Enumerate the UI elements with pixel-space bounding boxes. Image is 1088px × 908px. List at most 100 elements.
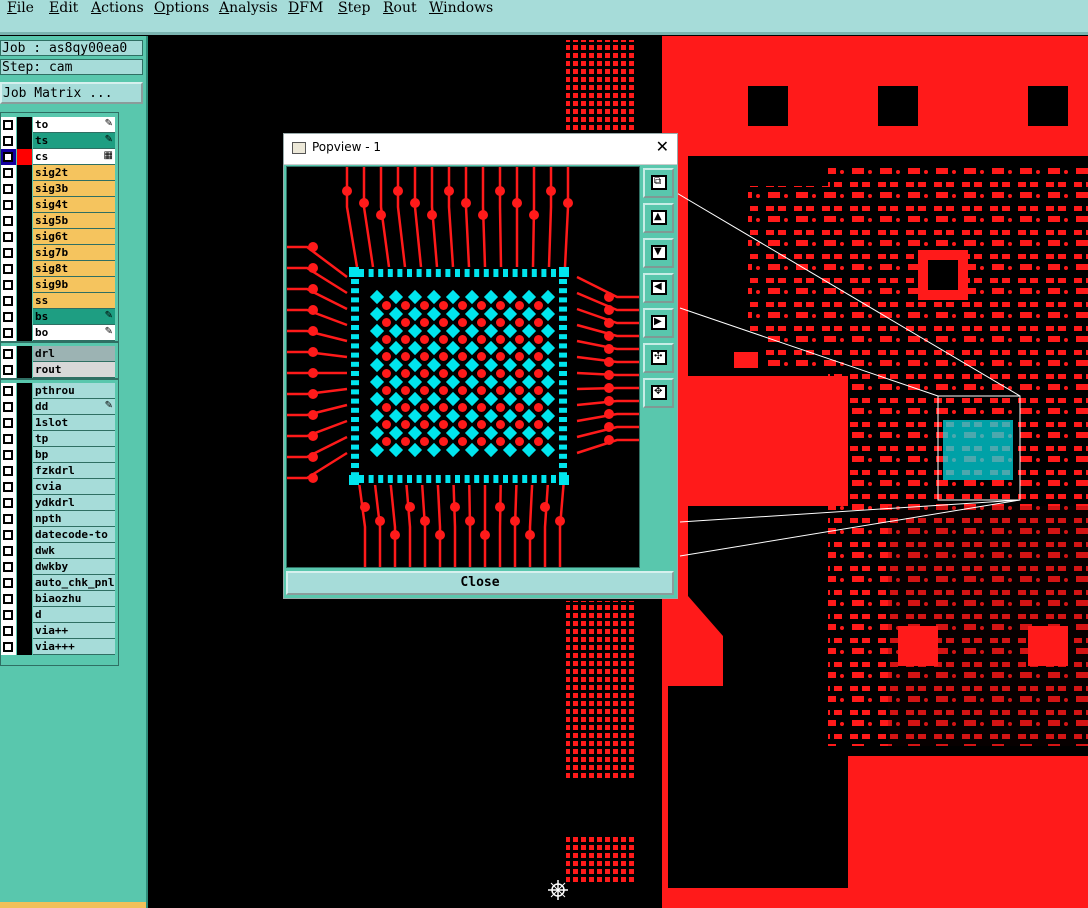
layer-row-dwk[interactable]: dwk (1, 543, 119, 559)
layer-row-ts[interactable]: ts ✎ (1, 133, 119, 149)
layer-row-bp[interactable]: bp (1, 447, 119, 463)
layer-checkbox[interactable] (3, 280, 13, 290)
layer-name[interactable]: via+++ (33, 639, 115, 655)
layer-checkbox[interactable] (3, 418, 13, 428)
layer-name[interactable]: sig6t (33, 229, 115, 245)
layer-checkbox[interactable] (3, 136, 13, 146)
layer-color-swatch[interactable] (17, 639, 32, 655)
layer-name[interactable]: rout (33, 362, 115, 378)
layer-checkbox[interactable] (3, 296, 13, 306)
layer-color-swatch[interactable] (17, 117, 32, 133)
layer-row-ydkdrl[interactable]: ydkdrl (1, 495, 119, 511)
pan-down-button[interactable]: ▼ (643, 238, 674, 268)
menu-rout[interactable]: Rout (383, 0, 417, 17)
layer-name[interactable]: datecode-to (33, 527, 115, 543)
layer-color-swatch[interactable] (17, 591, 32, 607)
layer-name[interactable]: 1slot (33, 415, 115, 431)
layer-checkbox[interactable] (3, 168, 13, 178)
layer-color-swatch[interactable] (17, 431, 32, 447)
layer-row-sig9b[interactable]: sig9b (1, 277, 119, 293)
layer-name[interactable]: pthrou (33, 383, 115, 399)
layer-color-swatch[interactable] (17, 213, 32, 229)
layer-row-sig2t[interactable]: sig2t (1, 165, 119, 181)
layer-row-via---[interactable]: via+++ (1, 639, 119, 655)
layer-color-swatch[interactable] (17, 607, 32, 623)
menu-options[interactable]: Options (154, 0, 209, 17)
layer-row-d[interactable]: d (1, 607, 119, 623)
layer-row-datecode-to[interactable]: datecode-to (1, 527, 119, 543)
layer-color-swatch[interactable] (17, 447, 32, 463)
layer-color-swatch[interactable] (17, 325, 32, 341)
pan-left-button[interactable]: ◀ (643, 273, 674, 303)
layer-row-dd[interactable]: dd ✎ (1, 399, 119, 415)
layer-name[interactable]: sig2t (33, 165, 115, 181)
layer-name[interactable]: ydkdrl (33, 495, 115, 511)
menu-windows[interactable]: Windows (429, 0, 493, 17)
layer-color-swatch[interactable] (17, 261, 32, 277)
layer-checkbox[interactable] (3, 328, 13, 338)
layer-color-swatch[interactable] (17, 149, 32, 165)
layer-color-swatch[interactable] (17, 165, 32, 181)
layer-row-biaozhu[interactable]: biaozhu (1, 591, 119, 607)
layer-checkbox[interactable] (3, 450, 13, 460)
layer-name[interactable]: drl (33, 346, 115, 362)
popview-canvas[interactable] (286, 166, 640, 568)
layer-checkbox[interactable] (3, 216, 13, 226)
layer-name[interactable]: npth (33, 511, 115, 527)
layer-row-sig5b[interactable]: sig5b (1, 213, 119, 229)
layer-row-dwkby[interactable]: dwkby (1, 559, 119, 575)
layer-color-swatch[interactable] (17, 527, 32, 543)
layer-checkbox[interactable] (3, 610, 13, 620)
layer-checkbox[interactable] (3, 264, 13, 274)
layer-row-rout[interactable]: rout (1, 362, 119, 378)
layer-row-cvia[interactable]: cvia (1, 479, 119, 495)
menu-actions[interactable]: Actions (91, 0, 144, 17)
menu-file[interactable]: File (7, 0, 34, 17)
layer-row-cs[interactable]: cs ▦ (1, 149, 119, 165)
layer-checkbox[interactable] (3, 349, 13, 359)
layer-color-swatch[interactable] (17, 479, 32, 495)
layer-name[interactable]: sig5b (33, 213, 115, 229)
layer-row-to[interactable]: to ✎ (1, 117, 119, 133)
layer-name[interactable]: fzkdrl (33, 463, 115, 479)
layer-name[interactable]: sig3b (33, 181, 115, 197)
layer-name[interactable]: to (33, 117, 115, 133)
close-button[interactable]: Close (286, 571, 674, 595)
layer-checkbox[interactable] (3, 642, 13, 652)
layer-row-auto-chk-pnl[interactable]: auto_chk_pnl (1, 575, 119, 591)
layer-name[interactable]: bs (33, 309, 115, 325)
layer-checkbox[interactable] (3, 498, 13, 508)
layer-row-sig3b[interactable]: sig3b (1, 181, 119, 197)
layer-row-sig7b[interactable]: sig7b (1, 245, 119, 261)
menu-step[interactable]: Step (338, 0, 370, 17)
zoom-in-button[interactable]: ✣ (643, 343, 674, 373)
zoom-out-button[interactable]: ✥ (643, 378, 674, 408)
layer-color-swatch[interactable] (17, 415, 32, 431)
layer-checkbox[interactable] (3, 248, 13, 258)
layer-checkbox[interactable] (3, 434, 13, 444)
layer-name[interactable]: auto_chk_pnl (33, 575, 115, 591)
layer-color-swatch[interactable] (17, 181, 32, 197)
layer-name[interactable]: biaozhu (33, 591, 115, 607)
layer-row-via--[interactable]: via++ (1, 623, 119, 639)
layer-name[interactable]: tp (33, 431, 115, 447)
zoom-fit-button[interactable]: ⧉ (643, 168, 674, 198)
layer-name[interactable]: sig4t (33, 197, 115, 213)
layer-color-swatch[interactable] (17, 346, 32, 362)
layer-row-fzkdrl[interactable]: fzkdrl (1, 463, 119, 479)
layer-name[interactable]: cvia (33, 479, 115, 495)
layer-checkbox[interactable] (3, 386, 13, 396)
layer-color-swatch[interactable] (17, 543, 32, 559)
layer-row-ss[interactable]: ss (1, 293, 119, 309)
layer-checkbox[interactable] (3, 402, 13, 412)
layer-checkbox[interactable] (3, 184, 13, 194)
layer-checkbox[interactable] (3, 530, 13, 540)
layer-name[interactable]: d (33, 607, 115, 623)
layer-color-swatch[interactable] (17, 463, 32, 479)
layer-name[interactable]: ts (33, 133, 115, 149)
layer-row-sig8t[interactable]: sig8t (1, 261, 119, 277)
layer-name[interactable]: bp (33, 447, 115, 463)
layer-name[interactable]: sig9b (33, 277, 115, 293)
layer-checkbox[interactable] (3, 626, 13, 636)
layer-checkbox[interactable] (3, 562, 13, 572)
